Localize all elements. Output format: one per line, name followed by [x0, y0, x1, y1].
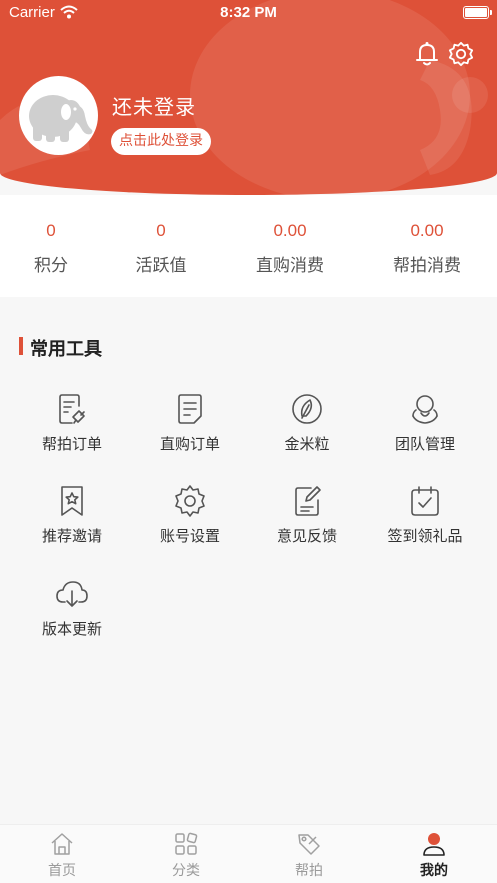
- tab-home[interactable]: 首页: [22, 831, 102, 880]
- calendar-check-icon: [411, 486, 439, 516]
- tab-label: 分类: [172, 863, 200, 879]
- tab-label: 我的: [420, 863, 448, 879]
- leaf-coin-icon: [292, 394, 322, 424]
- bookmark-star-icon: [61, 486, 83, 516]
- stat-value: 0: [46, 221, 56, 240]
- feedback-edit-icon: [295, 486, 321, 516]
- bid-order-icon: [59, 394, 85, 424]
- home-icon: [51, 833, 73, 855]
- order-doc-icon: [178, 394, 202, 424]
- settings-gear-icon[interactable]: [448, 40, 474, 68]
- tool-label: 帮拍订单: [41, 435, 102, 453]
- avatar[interactable]: [19, 76, 98, 155]
- stat-points[interactable]: 0 积分: [0, 221, 111, 276]
- stat-value: 0: [156, 221, 166, 240]
- stat-label: 帮拍消费: [393, 256, 461, 276]
- tools-section: 常用工具 帮拍订单 直购订单 金米粒 团队管理 推荐邀请 账号设置 意见反馈 签…: [0, 309, 497, 824]
- profile-icon: [423, 833, 445, 856]
- tool-label: 直购订单: [159, 435, 220, 453]
- stats-panel: 0 积分 0 活跃值 0.00 直购消费 0.00 帮拍消费: [0, 195, 497, 297]
- user-name: 还未登录: [112, 95, 196, 119]
- clock: 8:32 PM: [220, 4, 277, 21]
- cloud-download-icon: [56, 581, 88, 607]
- tool-team-management[interactable]: 团队管理: [370, 392, 480, 472]
- stat-direct-spend[interactable]: 0.00 直购消费: [230, 221, 350, 276]
- tool-checkin-gifts[interactable]: 签到领礼品: [370, 484, 480, 564]
- stat-value: 0.00: [410, 221, 444, 240]
- stat-activity[interactable]: 0 活跃值: [101, 221, 221, 276]
- tab-label: 首页: [48, 863, 76, 879]
- status-bar: Carrier 8:32 PM: [0, 0, 497, 26]
- tool-gold-rice[interactable]: 金米粒: [252, 392, 362, 472]
- tag-icon: [298, 834, 320, 855]
- battery-icon: [463, 6, 492, 19]
- elephant-avatar-icon: [29, 95, 93, 142]
- tab-bid[interactable]: 帮拍: [269, 831, 349, 880]
- stat-value: 0.00: [273, 221, 307, 240]
- tool-label: 账号设置: [159, 527, 220, 545]
- category-icon: [175, 832, 198, 855]
- tool-label: 推荐邀请: [41, 527, 102, 545]
- bell-icon[interactable]: [414, 40, 440, 68]
- stat-label: 直购消费: [256, 256, 324, 276]
- tool-direct-orders[interactable]: 直购订单: [135, 392, 245, 472]
- profile-page: Carrier 8:32 PM 还未登录 点击此处登录 0 积分 0 活跃值 0…: [0, 0, 497, 883]
- stat-label: 活跃值: [135, 256, 187, 276]
- tool-label: 签到领礼品: [387, 527, 463, 545]
- tool-label: 金米粒: [284, 435, 330, 453]
- tool-account-settings[interactable]: 账号设置: [135, 484, 245, 564]
- tab-label: 帮拍: [295, 863, 323, 879]
- team-icon: [412, 395, 438, 424]
- login-button[interactable]: 点击此处登录: [111, 128, 211, 155]
- tool-referral-invite[interactable]: 推荐邀请: [17, 484, 127, 564]
- tab-category[interactable]: 分类: [146, 831, 226, 880]
- stat-bid-spend[interactable]: 0.00 帮拍消费: [367, 221, 487, 276]
- tool-label: 意见反馈: [276, 527, 337, 545]
- title-accent-bar: [19, 337, 23, 355]
- tool-label: 版本更新: [41, 620, 102, 638]
- tab-profile[interactable]: 我的: [394, 831, 474, 880]
- tool-label: 团队管理: [394, 435, 455, 453]
- bottom-tab-bar: 首页 分类 帮拍 我的: [0, 824, 497, 883]
- tool-version-update[interactable]: 版本更新: [17, 577, 127, 657]
- tool-bid-orders[interactable]: 帮拍订单: [17, 392, 127, 472]
- section-title-text: 常用工具: [30, 339, 102, 360]
- gear-icon: [175, 485, 205, 517]
- profile-header: Carrier 8:32 PM 还未登录 点击此处登录: [0, 0, 497, 195]
- tool-feedback[interactable]: 意见反馈: [252, 484, 362, 564]
- stat-label: 积分: [34, 256, 68, 276]
